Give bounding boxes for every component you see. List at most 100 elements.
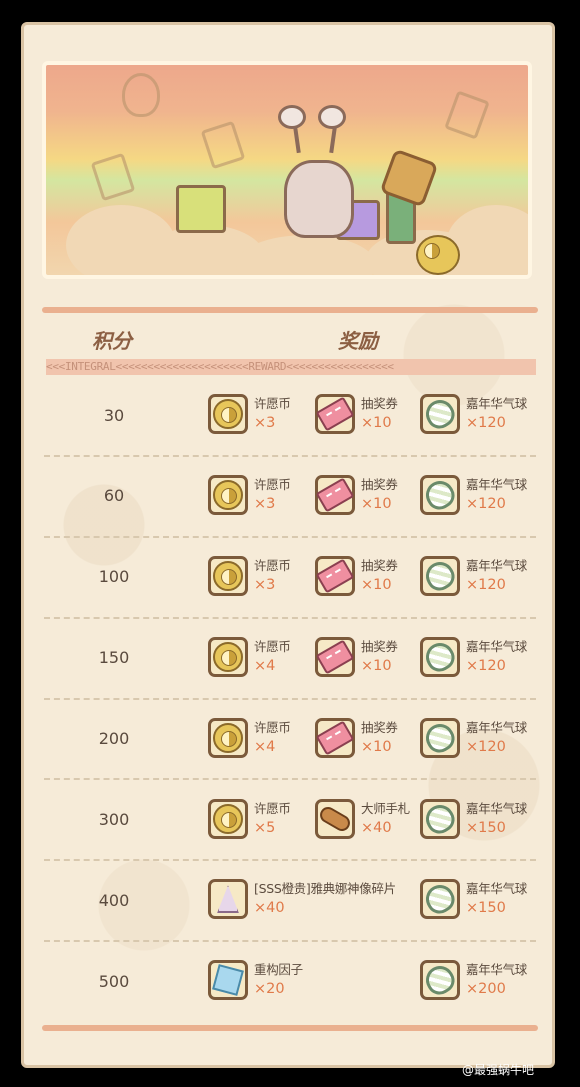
reward-row: 150 许愿币 ×4 抽奖券 ×10 嘉年华气球 ×120 <box>24 618 552 700</box>
score-value: 30 <box>103 405 125 425</box>
lottery-ticket-icon <box>315 394 355 434</box>
score-value: 400 <box>98 890 130 910</box>
wish-coin-glyph <box>213 803 243 834</box>
reward-item-name: 嘉年华气球 <box>466 396 528 411</box>
reward-row: 200 许愿币 ×4 抽奖券 ×10 嘉年华气球 ×120 <box>24 699 552 781</box>
reward-item-name: 许愿币 <box>254 719 291 735</box>
reward-item-quantity: ×120 <box>466 576 506 593</box>
snail-eye <box>278 105 306 129</box>
reward-column-header: 奖励 <box>338 331 378 353</box>
reward-item-quantity: ×20 <box>254 981 285 998</box>
reconstruct-factor-glyph <box>212 964 244 997</box>
reward-item-quantity: ×120 <box>466 415 506 431</box>
carnival-balloon-icon <box>420 474 460 515</box>
reward-item-quantity: ×5 <box>254 819 276 836</box>
wish-coin-glyph <box>213 641 243 672</box>
reward-item-quantity: ×120 <box>466 657 506 674</box>
score-value: 60 <box>103 486 125 506</box>
score-value: 150 <box>98 648 130 668</box>
lottery-ticket-icon <box>315 474 355 515</box>
reward-item-quantity: ×150 <box>466 819 506 836</box>
ticket-decoration <box>200 120 246 170</box>
reward-item-quantity: ×120 <box>466 738 506 755</box>
carnival-balloon-icon <box>420 798 460 839</box>
carnival-balloon-icon <box>420 960 460 1001</box>
wish-coin-glyph <box>213 479 243 510</box>
lottery-ticket-icon <box>315 636 355 677</box>
reward-item-quantity: ×10 <box>361 738 392 755</box>
carnival-balloon-icon <box>420 394 460 434</box>
reward-item-name: 抽奖券 <box>361 476 398 492</box>
wish-coin-icon <box>208 394 248 434</box>
reward-item-name: 许愿币 <box>254 396 291 411</box>
wish-coin-icon <box>208 717 248 758</box>
wish-coin-icon <box>208 636 248 677</box>
gift-box <box>176 185 226 233</box>
lottery-ticket-icon <box>315 717 355 758</box>
carnival-balloon-glyph <box>420 475 460 515</box>
reward-item-name: 重构因子 <box>254 962 303 978</box>
header-strip: <<<INTEGRAL<<<<<<<<<<<<<<<<<<<<<REWARD<<… <box>46 359 536 375</box>
reward-row: 100 许愿币 ×3 抽奖券 ×10 嘉年华气球 ×120 <box>24 537 552 619</box>
wish-coin-icon <box>208 555 248 596</box>
reward-item-quantity: ×10 <box>361 415 392 431</box>
wish-coin-glyph <box>213 722 243 753</box>
reward-item-quantity: ×10 <box>361 657 392 674</box>
reward-item-quantity: ×3 <box>254 415 276 431</box>
reward-item-name: [SSS橙贵]雅典娜神像碎片 <box>254 881 396 897</box>
balloon-decoration <box>122 73 160 117</box>
score-value: 200 <box>98 729 130 749</box>
reward-row: 500 重构因子 ×20 嘉年华气球 ×200 <box>24 941 552 1021</box>
reward-row: 400 [SSS橙贵]雅典娜神像碎片 ×40 嘉年华气球 ×150 <box>24 860 552 943</box>
carnival-balloon-glyph <box>420 880 460 919</box>
header-top-rule <box>42 307 538 313</box>
reward-item-name: 嘉年华气球 <box>466 719 528 735</box>
reward-item-name: 许愿币 <box>254 638 291 654</box>
reward-item-quantity: ×4 <box>254 657 276 674</box>
score-value: 300 <box>98 810 130 829</box>
reward-item-name: 抽奖券 <box>361 638 398 654</box>
lottery-ticket-glyph <box>315 639 355 675</box>
score-column-header: 积分 <box>92 331 132 353</box>
reward-item-name: 许愿币 <box>254 800 291 816</box>
wish-coin-icon <box>208 474 248 515</box>
carnival-balloon-icon <box>420 555 460 596</box>
event-banner <box>42 61 532 279</box>
reward-row: 30 许愿币 ×3 抽奖券 ×10 嘉年华气球 ×120 <box>24 375 552 457</box>
cloud <box>446 205 528 275</box>
reward-item-name: 嘉年华气球 <box>466 476 528 492</box>
reward-item-quantity: ×150 <box>466 900 506 917</box>
reward-item-quantity: ×200 <box>466 981 506 998</box>
reward-item-name: 嘉年华气球 <box>466 881 528 897</box>
reward-item-quantity: ×40 <box>254 900 285 917</box>
lottery-ticket-glyph <box>315 720 355 756</box>
athena-statue-shard-icon <box>208 879 248 920</box>
table-bottom-rule <box>42 1025 538 1031</box>
reconstruct-factor-icon <box>208 960 248 1001</box>
reward-item-name: 抽奖券 <box>361 396 398 411</box>
carnival-balloon-glyph <box>420 637 460 676</box>
lottery-ticket-glyph <box>315 396 355 432</box>
carnival-balloon-glyph <box>420 961 460 1000</box>
lottery-ticket-glyph <box>315 477 355 513</box>
master-scroll-icon <box>315 798 355 839</box>
ticket-decoration <box>444 90 490 140</box>
reward-panel: 积分 奖励 <<<INTEGRAL<<<<<<<<<<<<<<<<<<<<<RE… <box>21 22 555 1068</box>
reward-item-quantity: ×40 <box>361 819 392 836</box>
ticket-decoration <box>90 152 136 202</box>
carnival-balloon-glyph <box>420 799 460 838</box>
snail-character <box>284 160 354 238</box>
carnival-balloon-glyph <box>420 556 460 595</box>
reward-item-name: 嘉年华气球 <box>466 962 528 978</box>
reward-item-name: 许愿币 <box>254 557 291 573</box>
reward-item-name: 抽奖券 <box>361 557 398 573</box>
reward-item-quantity: ×120 <box>466 495 506 512</box>
reward-item-name: 嘉年华气球 <box>466 557 528 573</box>
carnival-balloon-glyph <box>420 394 460 434</box>
reward-item-quantity: ×3 <box>254 495 276 512</box>
master-scroll-glyph <box>317 803 353 834</box>
reward-item-name: 抽奖券 <box>361 719 398 735</box>
carnival-balloon-icon <box>420 717 460 758</box>
reward-item-name: 嘉年华气球 <box>466 638 528 654</box>
score-value: 100 <box>98 567 130 587</box>
